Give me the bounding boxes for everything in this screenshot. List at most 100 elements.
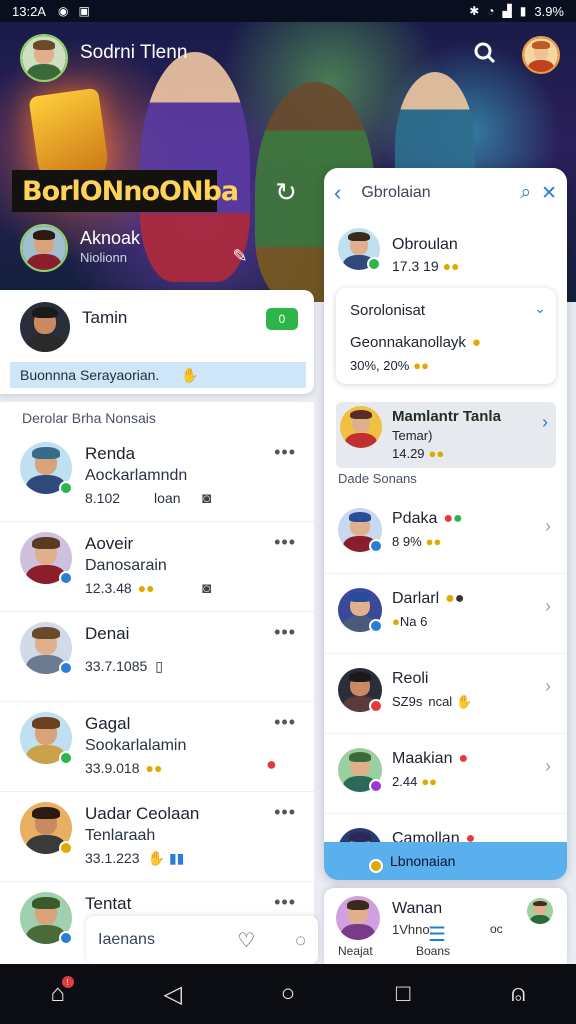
status-badge	[369, 779, 383, 793]
hero-banner-text: BorlONnoONba	[12, 170, 239, 212]
chevron-down-icon[interactable]: ⌄	[534, 300, 546, 317]
list-item[interactable]: Uadar Ceolaan Tenlaraah 33.1.223 ✋ ▮▮ •••	[0, 792, 314, 882]
contact-meta: 12.3.48 ●●	[85, 580, 155, 596]
avatar	[340, 406, 382, 448]
chevron-right-icon[interactable]: ›	[545, 756, 551, 777]
message-icon: ▣	[78, 4, 90, 18]
heart-icon[interactable]: ♡	[237, 928, 255, 953]
more-icon[interactable]: •••	[274, 442, 296, 463]
home-icon[interactable]: ⌂!	[38, 974, 78, 1014]
status-dropdown[interactable]: Sorolonisat ⌄ Geonnakanollayk ● 30%, 20% ●…	[336, 288, 556, 384]
list-item[interactable]: Darlarl ●● ●Na 6 ›	[324, 574, 567, 654]
contact-meta: 33.9.018 ●●	[85, 760, 163, 776]
list-item[interactable]: Aoveir Danosarain 12.3.48 ●● ••• ◙	[0, 522, 314, 612]
contact-name: Darlarl ●●	[392, 590, 465, 607]
avatar	[338, 228, 381, 271]
list-item[interactable]: Pdaka ●● 8 9% ●● ›	[324, 494, 567, 574]
status-badge	[59, 481, 73, 495]
featured-meta: 14.29 ●●	[392, 446, 445, 461]
compose-bar[interactable]: Iaenans ♡ ◌	[86, 916, 318, 964]
status-badge	[59, 661, 73, 675]
more-icon[interactable]: •••	[274, 532, 296, 553]
status-badge	[59, 931, 73, 945]
tab-neajat[interactable]: Neajat	[338, 944, 373, 958]
chevron-left-icon[interactable]: ‹	[334, 180, 341, 206]
avatar	[20, 442, 73, 495]
featured-contact-card[interactable]: Tamin 0 Buonnna Serayaorian. ✋	[0, 290, 314, 394]
contact-name: Renda	[85, 444, 136, 463]
bottom-contact-card[interactable]: Wanan 1Vhno ☰ Neajat Boans oc	[324, 888, 567, 964]
hero-title-name: Sodrni Tlenn	[80, 42, 188, 63]
notification-icon: ◉	[57, 4, 69, 18]
contact-meta: 2.44 ●●	[392, 774, 438, 789]
contact-name: Pdaka ●●	[392, 510, 463, 527]
chevron-right-icon[interactable]: ›	[542, 412, 548, 433]
close-icon[interactable]: ✕	[541, 182, 557, 205]
status-badge	[59, 751, 73, 765]
chevron-right-icon[interactable]: ›	[545, 676, 551, 697]
avatar	[338, 588, 383, 633]
wifi-icon: ◔	[487, 4, 495, 18]
search-icon[interactable]	[470, 38, 500, 68]
status-badge	[369, 699, 383, 713]
more-icon[interactable]: •••	[274, 622, 296, 643]
tab-boans[interactable]: Boans	[416, 944, 450, 958]
avatar[interactable]	[20, 34, 68, 82]
tab-oc[interactable]: oc	[490, 922, 503, 936]
account-icon[interactable]: ⍝	[498, 974, 538, 1014]
list-item[interactable]: Denai 33.7.1085 ▯ •••	[0, 612, 314, 702]
user-name: Obroulan	[392, 236, 458, 253]
avatar	[20, 622, 73, 675]
avatar	[338, 668, 383, 713]
list-item[interactable]: Renda Aockarlamndn 8.102 loan ••• ◙	[0, 432, 314, 522]
recents-icon[interactable]: □	[383, 974, 423, 1014]
status-bar: 13:2A ◉ ▣ ✱ ◔ ▟ ▮ 3.9%	[0, 0, 576, 22]
featured-item[interactable]: Mamlantr Tanla Temar) 14.29 ●● ›	[336, 402, 556, 468]
more-icon[interactable]: •••	[274, 712, 296, 733]
camera-icon[interactable]: ◙	[202, 490, 211, 507]
more-icon[interactable]: •••	[274, 892, 296, 913]
list-item[interactable]: Maakian ● 2.44 ●● ›	[324, 734, 567, 814]
avatar[interactable]	[527, 898, 553, 924]
contact-name: Gagal	[85, 714, 131, 733]
contact-meta: 33.7.1085 ▯	[85, 658, 164, 674]
contact-name: Reoli	[392, 670, 429, 687]
contact-meta: SZ9s ncal ✋	[392, 694, 473, 709]
dropdown-title: Sorolonisat	[350, 302, 426, 319]
list-item[interactable]: Reoli SZ9s ncal ✋ ›	[324, 654, 567, 734]
contact-name: Tentat	[85, 894, 132, 913]
contact-subtitle: 1Vhno	[392, 922, 430, 937]
conversation-panel: ‹ Gbrolaian ⌕ ✕ Obroulan 17.3 19 ●● Sorol…	[324, 168, 567, 880]
search-icon[interactable]: ⌕	[520, 182, 531, 205]
chevron-right-icon[interactable]: ›	[545, 596, 551, 617]
contact-subtitle: Tenlaraah	[85, 827, 156, 844]
profile-avatar[interactable]	[522, 36, 560, 74]
status-time: 13:2A	[12, 3, 46, 19]
list-item[interactable]: Gagal Sookarlalamin 33.9.018 ●● ••• ●	[0, 702, 314, 792]
edit-icon[interactable]: ✎	[228, 244, 252, 268]
refresh-icon[interactable]: ↻	[270, 176, 302, 208]
battery-icon: ▮	[519, 4, 527, 18]
avatar	[338, 508, 383, 553]
avatar	[336, 896, 380, 940]
contact-status-text: Buonnna Serayaorian.	[20, 367, 160, 383]
contact-subtitle: Sookarlalamin	[85, 737, 187, 754]
compose-input[interactable]: Iaenans	[98, 931, 155, 949]
panel-status-strip[interactable]: Lbnonaian	[324, 842, 567, 880]
status-badge	[369, 619, 383, 633]
more-icon[interactable]: •••	[274, 802, 296, 823]
avatar	[20, 712, 73, 765]
chat-icon[interactable]: ◌	[295, 930, 306, 951]
camera-icon[interactable]: ◙	[202, 580, 211, 597]
status-toggle[interactable]: 0	[266, 308, 298, 330]
contact-meta: ●Na 6	[392, 614, 428, 629]
status-badge	[367, 257, 381, 271]
contact-meta: 33.1.223 ✋ ▮▮	[85, 850, 185, 866]
contact-list: Derolar Brha Nonsais Renda Aockarlamndn …	[0, 402, 314, 964]
back-icon[interactable]: ◁	[153, 974, 193, 1014]
circle-home-icon[interactable]: ○	[268, 974, 308, 1014]
chevron-right-icon[interactable]: ›	[545, 516, 551, 537]
avatar[interactable]	[20, 224, 68, 272]
hero-profile-name: Aknoak	[80, 228, 141, 248]
contact-status-strip: Buonnna Serayaorian. ✋	[10, 362, 306, 388]
